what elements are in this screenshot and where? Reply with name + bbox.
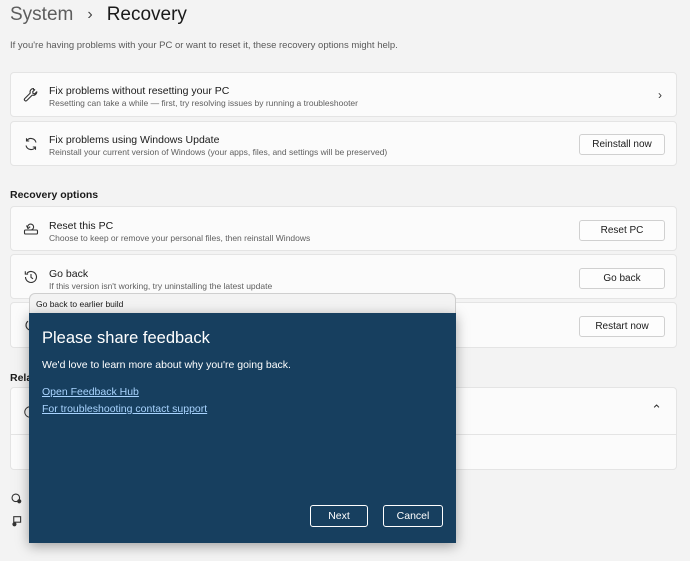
troubleshoot-card[interactable]: Fix problems without resetting your PC R…	[10, 72, 677, 117]
cancel-button[interactable]: Cancel	[383, 505, 443, 527]
breadcrumb-separator-icon: ›	[87, 6, 93, 23]
history-icon	[24, 270, 38, 283]
chevron-right-icon: ›	[658, 87, 662, 102]
reset-pc-card: Reset this PC Choose to keep or remove y…	[10, 206, 677, 251]
windows-update-title: Fix problems using Windows Update	[49, 134, 220, 146]
windows-update-subtitle: Reinstall your current version of Window…	[49, 147, 388, 157]
reset-pc-icon	[23, 223, 39, 235]
chevron-up-icon[interactable]: ⌃	[651, 402, 662, 418]
recovery-options-heading: Recovery options	[10, 189, 99, 201]
reinstall-now-button[interactable]: Reinstall now	[579, 134, 665, 155]
breadcrumb-system[interactable]: System	[10, 4, 73, 26]
wrench-icon	[23, 87, 38, 101]
open-feedback-hub-link[interactable]: Open Feedback Hub	[42, 386, 139, 398]
reset-pc-title: Reset this PC	[49, 220, 114, 232]
page-description: If you're having problems with your PC o…	[10, 40, 398, 51]
reset-pc-subtitle: Choose to keep or remove your personal f…	[49, 233, 311, 243]
windows-update-card: Fix problems using Windows Update Reinst…	[10, 121, 677, 166]
sync-icon	[25, 137, 37, 150]
get-help-icon[interactable]	[11, 493, 22, 504]
troubleshoot-title: Fix problems without resetting your PC	[49, 85, 230, 97]
dialog-heading: Please share feedback	[42, 329, 210, 347]
dialog-window-title: Go back to earlier build	[36, 299, 124, 309]
contact-support-link[interactable]: For troubleshooting contact support	[42, 403, 207, 415]
go-back-title: Go back	[49, 268, 89, 280]
page-title: Recovery	[106, 4, 187, 25]
feedback-dialog: Please share feedback We'd love to learn…	[29, 313, 456, 543]
breadcrumb: System › Recovery	[10, 4, 187, 26]
restart-now-button[interactable]: Restart now	[579, 316, 665, 337]
reset-pc-button[interactable]: Reset PC	[579, 220, 665, 241]
give-feedback-icon[interactable]	[11, 516, 22, 527]
go-back-subtitle: If this version isn't working, try unins…	[49, 281, 273, 291]
go-back-button[interactable]: Go back	[579, 268, 665, 289]
troubleshoot-subtitle: Resetting can take a while — first, try …	[49, 98, 358, 108]
next-button[interactable]: Next	[310, 505, 368, 527]
dialog-title-bar[interactable]: Go back to earlier build	[29, 293, 456, 313]
dialog-message: We'd love to learn more about why you're…	[42, 359, 291, 371]
